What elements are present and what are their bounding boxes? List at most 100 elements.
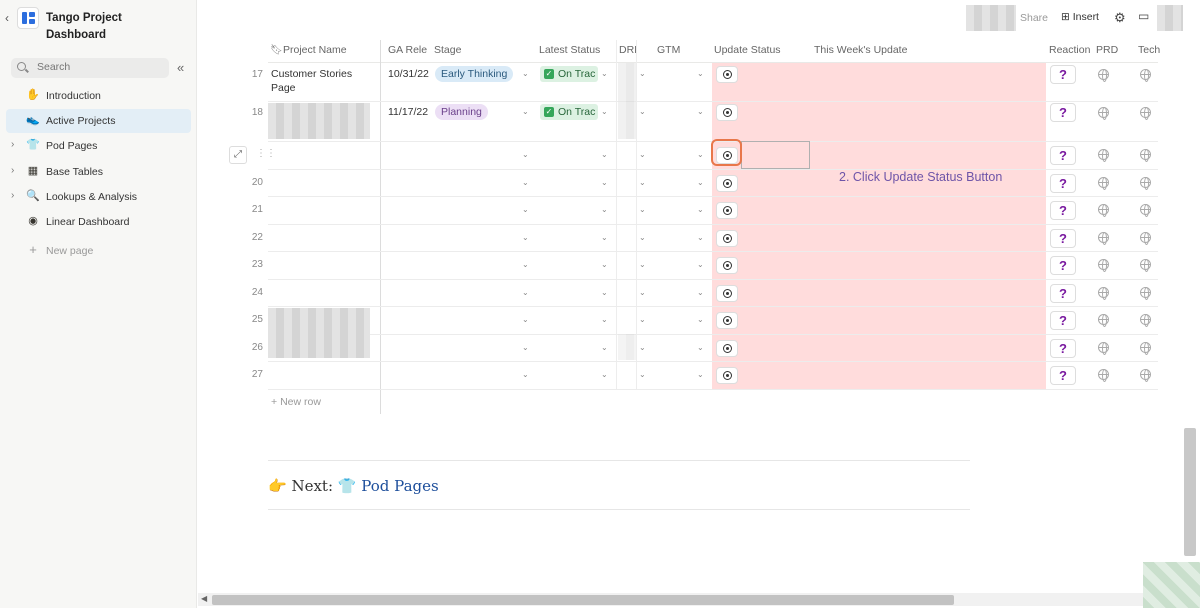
update-status-button[interactable] [716,104,738,121]
chevron-down-icon[interactable]: ⌄ [601,343,608,352]
update-status-button[interactable] [716,229,738,247]
search-input[interactable] [37,61,157,73]
chevron-down-icon[interactable]: ⌄ [522,315,529,324]
reaction-button[interactable]: ? [1050,103,1076,122]
globe-icon[interactable] [1098,314,1109,327]
globe-icon[interactable] [1098,69,1109,82]
globe-icon[interactable] [1140,369,1151,382]
chevron-right-icon[interactable]: › [11,190,14,201]
sidebar-item[interactable]: ◉ Linear Dashboard [6,210,191,234]
chevron-down-icon[interactable]: ⌄ [697,107,704,116]
collapse-sidebar-icon[interactable]: « [177,60,184,75]
reaction-button[interactable]: ? [1050,201,1076,220]
chevron-down-icon[interactable]: ⌄ [697,178,704,187]
ga-release-cell[interactable]: 10/31/22 [388,67,429,81]
gear-icon[interactable]: ⚙ [1114,10,1126,26]
globe-icon[interactable] [1098,176,1109,190]
chevron-down-icon[interactable]: ⌄ [601,260,608,269]
chevron-down-icon[interactable]: ⌄ [697,150,704,159]
horizontal-scrollbar[interactable] [212,595,954,605]
reaction-button[interactable]: ? [1050,256,1076,275]
globe-icon[interactable] [1140,107,1151,120]
globe-icon[interactable] [1098,259,1109,272]
update-status-button[interactable] [716,174,738,192]
update-status-button[interactable] [716,339,738,357]
chevron-down-icon[interactable]: ⌄ [697,260,704,269]
chevron-down-icon[interactable]: ⌄ [601,370,608,379]
reaction-button[interactable]: ? [1050,228,1076,248]
reaction-button[interactable]: ? [1050,173,1076,193]
chevron-down-icon[interactable]: ⌄ [601,288,608,297]
reaction-button[interactable]: ? [1050,283,1076,303]
next-page-link[interactable]: Pod Pages [361,477,438,495]
globe-icon[interactable] [1098,369,1109,382]
chevron-down-icon[interactable]: ⌄ [639,178,646,187]
column-header[interactable]: PRD [1096,44,1118,56]
expand-row-icon[interactable]: ⤢ [229,146,247,164]
globe-icon[interactable] [1140,149,1151,162]
globe-icon[interactable] [1098,341,1109,355]
globe-icon[interactable] [1140,69,1151,82]
chevron-down-icon[interactable]: ⌄ [697,343,704,352]
chevron-down-icon[interactable]: ⌄ [522,370,529,379]
chevron-down-icon[interactable]: ⌄ [697,370,704,379]
chevron-down-icon[interactable]: ⌄ [697,233,704,242]
insert-button[interactable]: ⊞ Insert [1061,11,1099,23]
chevron-down-icon[interactable]: ⌄ [639,69,646,78]
sidebar-item[interactable]: ✋ Introduction [6,84,191,108]
drag-handle-icon[interactable]: ⋮⋮ [256,148,276,159]
globe-icon[interactable] [1098,149,1109,162]
new-page-button[interactable]: + New page [6,239,191,263]
sidebar-item[interactable]: › 🔍 Lookups & Analysis [6,185,191,209]
chevron-down-icon[interactable]: ⌄ [522,343,529,352]
reaction-button[interactable]: ? [1050,146,1076,165]
search-box[interactable] [11,58,169,78]
globe-icon[interactable] [1098,231,1109,245]
chevron-down-icon[interactable]: ⌄ [601,233,608,242]
chevron-down-icon[interactable]: ⌄ [697,69,704,78]
reaction-button[interactable]: ? [1050,65,1076,84]
chevron-down-icon[interactable]: ⌄ [601,205,608,214]
chevron-down-icon[interactable]: ⌄ [601,178,608,187]
workspace-title[interactable]: Tango Project Dashboard [46,10,156,44]
chevron-down-icon[interactable]: ⌄ [639,260,646,269]
share-button[interactable]: Share [1020,12,1048,24]
globe-icon[interactable] [1140,204,1151,217]
sidebar-item[interactable]: › ▦ Base Tables [6,160,191,184]
column-header[interactable]: Latest Status [539,44,600,56]
globe-icon[interactable] [1140,176,1151,190]
chevron-right-icon[interactable]: › [11,139,14,150]
chevron-down-icon[interactable]: ⌄ [697,315,704,324]
globe-icon[interactable] [1140,259,1151,272]
chevron-right-icon[interactable]: › [11,165,14,176]
ga-release-cell[interactable]: 11/17/22 [388,105,428,119]
column-header[interactable]: This Week's Update [814,44,907,56]
column-header[interactable]: Update Status [714,44,781,56]
status-badge[interactable]: ✓ On Trac [540,104,598,120]
column-header[interactable]: Project Name [283,44,347,56]
chevron-down-icon[interactable]: ⌄ [522,288,529,297]
chevron-down-icon[interactable]: ⌄ [601,150,608,159]
status-badge[interactable]: ✓ On Trac [540,66,598,82]
globe-icon[interactable] [1140,341,1151,355]
new-row-button[interactable]: + New row [271,396,321,408]
update-status-button[interactable] [716,367,738,384]
chevron-down-icon[interactable]: ⌄ [601,107,608,116]
column-header[interactable]: Reaction [1049,44,1090,56]
stage-badge[interactable]: Planning [435,104,488,120]
chevron-down-icon[interactable]: ⌄ [522,178,529,187]
chevron-down-icon[interactable]: ⌄ [601,315,608,324]
user-avatar[interactable] [1157,5,1183,31]
chevron-down-icon[interactable]: ⌄ [639,150,646,159]
project-name-cell[interactable]: Customer Stories Page [271,67,371,95]
chevron-down-icon[interactable]: ⌄ [639,370,646,379]
chevron-down-icon[interactable]: ⌄ [639,107,646,116]
column-header[interactable]: DRI [619,44,637,56]
update-status-button[interactable] [716,284,738,302]
chevron-down-icon[interactable]: ⌄ [522,205,529,214]
chevron-down-icon[interactable]: ⌄ [639,315,646,324]
globe-icon[interactable] [1140,231,1151,245]
sidebar-item[interactable]: › 👕 Pod Pages [6,134,191,158]
update-status-button[interactable] [716,202,738,219]
column-header[interactable]: GA Rele [388,44,427,56]
